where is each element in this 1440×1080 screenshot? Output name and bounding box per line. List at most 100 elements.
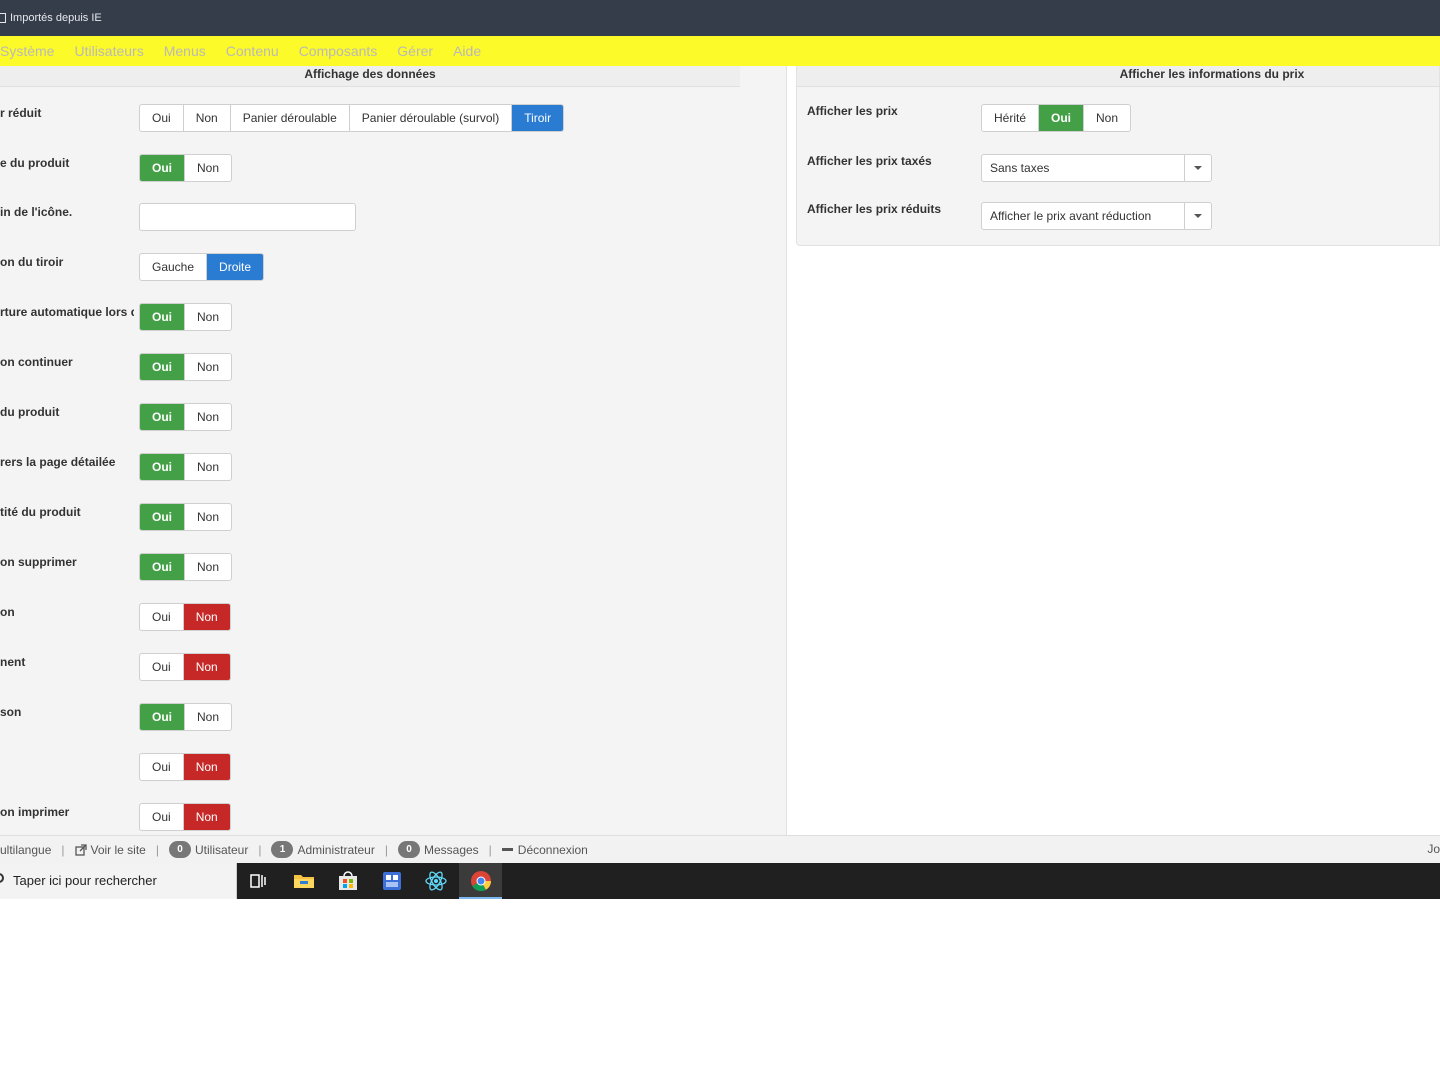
option-non-button[interactable]: Non bbox=[183, 754, 230, 780]
separator: | bbox=[258, 842, 262, 857]
setting-label: on imprimer bbox=[0, 805, 70, 819]
menu-systeme[interactable]: Système bbox=[0, 43, 54, 59]
option-oui-button[interactable]: Oui bbox=[140, 754, 184, 780]
react-icon[interactable] bbox=[424, 869, 448, 893]
bookmark-imported-ie[interactable]: Importés depuis IE bbox=[10, 12, 102, 24]
setting-label: du produit bbox=[0, 405, 60, 419]
joomla-version-text: Jo bbox=[1427, 842, 1440, 856]
setting-row: son Oui Non bbox=[0, 703, 760, 731]
admins-online[interactable]: 1 Administrateur bbox=[271, 841, 375, 858]
setting-toggle-group: Oui Non bbox=[139, 653, 231, 681]
setting-toggle-group: Oui Non bbox=[139, 803, 231, 831]
folder-icon bbox=[0, 13, 6, 23]
option-non-button[interactable]: Non bbox=[185, 554, 231, 580]
setting-row: on continuer Oui Non bbox=[0, 353, 760, 381]
external-link-icon bbox=[74, 843, 87, 856]
setting-toggle-group: Oui Non bbox=[139, 703, 233, 731]
setting-row: du produit Oui Non bbox=[0, 403, 760, 431]
setting-label: on continuer bbox=[0, 355, 73, 369]
option-non-button[interactable]: Non bbox=[183, 654, 230, 680]
file-explorer-icon[interactable] bbox=[292, 869, 316, 893]
setting-label: r réduit bbox=[0, 106, 42, 120]
chevron-down-icon[interactable] bbox=[1184, 203, 1211, 229]
taskbar-search[interactable]: Taper ici pour rechercher bbox=[0, 863, 237, 899]
option-oui-button[interactable]: Oui bbox=[140, 704, 185, 730]
view-site-label: Voir le site bbox=[90, 842, 146, 857]
option-non-button[interactable]: Non bbox=[185, 354, 231, 380]
setting-toggle-group: Oui Non bbox=[139, 154, 233, 182]
price-option-2-button[interactable]: Non bbox=[1084, 105, 1130, 131]
option-oui-button[interactable]: Oui bbox=[140, 504, 185, 530]
price-option-0-button[interactable]: Hérité bbox=[982, 105, 1040, 131]
minus-icon bbox=[501, 848, 513, 851]
option-non-button[interactable]: Non bbox=[185, 155, 231, 181]
admin-count-badge: 1 bbox=[271, 841, 294, 858]
option-droite-button[interactable]: Droite bbox=[207, 254, 264, 280]
chrome-taskbar-button[interactable] bbox=[459, 863, 502, 899]
menu-menus[interactable]: Menus bbox=[164, 43, 206, 59]
setting-row: on imprimer Oui Non bbox=[0, 803, 760, 831]
option-oui-button[interactable]: Oui bbox=[140, 304, 185, 330]
setting-label: rture automatique lors d bbox=[0, 305, 134, 319]
option-non-button[interactable]: Non bbox=[185, 404, 231, 430]
menu-utilisateurs[interactable]: Utilisateurs bbox=[74, 43, 143, 59]
view-site-link[interactable]: Voir le site bbox=[74, 842, 146, 857]
task-view-icon[interactable] bbox=[246, 869, 270, 893]
setting-toggle-group: Oui Non Panier déroulable Panier déroulable… bbox=[139, 104, 565, 132]
setting-row: rers la page détailée Oui Non bbox=[0, 453, 760, 481]
setting-row: Oui Non bbox=[0, 753, 760, 781]
setting-row: nent Oui Non bbox=[0, 653, 760, 681]
icon-path-input[interactable] bbox=[139, 203, 356, 231]
option-non-button[interactable]: Non bbox=[185, 304, 231, 330]
option-oui-button[interactable]: Oui bbox=[140, 604, 184, 630]
setting-label: on du tiroir bbox=[0, 255, 64, 269]
option-oui-button[interactable]: Oui bbox=[140, 155, 185, 181]
taxed-prices-select[interactable]: Sans taxes bbox=[981, 154, 1212, 182]
users-online[interactable]: 0 Utilisateur bbox=[168, 841, 249, 858]
admin-label: Administrateur bbox=[297, 842, 375, 857]
menu-gerer[interactable]: Gérer bbox=[397, 43, 433, 59]
option-oui-button[interactable]: Oui bbox=[140, 105, 184, 131]
separator: | bbox=[155, 842, 159, 857]
option-oui-button[interactable]: Oui bbox=[140, 804, 184, 830]
chevron-down-icon[interactable] bbox=[1184, 155, 1211, 181]
show-reduced-label: Afficher les prix réduits bbox=[807, 202, 942, 216]
option-non-button[interactable]: Non bbox=[185, 504, 231, 530]
menu-contenu[interactable]: Contenu bbox=[226, 43, 279, 59]
calendar-app-icon[interactable] bbox=[380, 869, 404, 893]
setting-row: on Oui Non bbox=[0, 603, 760, 631]
separator: | bbox=[384, 842, 388, 857]
option-panier-d-roulable-button[interactable]: Panier déroulable bbox=[231, 105, 350, 131]
logout-link[interactable]: Déconnexion bbox=[501, 843, 588, 857]
messages-count-badge: 0 bbox=[397, 841, 420, 858]
setting-label: tité du produit bbox=[0, 505, 81, 519]
users-count-badge: 0 bbox=[168, 841, 191, 858]
data-display-panel: Affichage des données r réduit Oui Non Pani… bbox=[0, 66, 787, 835]
option-oui-button[interactable]: Oui bbox=[140, 654, 184, 680]
separator: | bbox=[61, 842, 65, 857]
option-non-button[interactable]: Non bbox=[183, 604, 230, 630]
option-non-button[interactable]: Non bbox=[183, 804, 230, 830]
price-option-1-button[interactable]: Oui bbox=[1039, 105, 1085, 131]
menu-aide[interactable]: Aide bbox=[453, 43, 481, 59]
reduced-prices-select[interactable]: Afficher le prix avant réduction bbox=[981, 202, 1212, 230]
option-non-button[interactable]: Non bbox=[184, 105, 231, 131]
store-icon[interactable] bbox=[336, 869, 360, 893]
multilanguage-link[interactable]: ultilangue bbox=[0, 843, 51, 857]
main-content: Affichage des données r réduit Oui Non Pani… bbox=[0, 66, 1440, 835]
messages-link[interactable]: 0 Messages bbox=[397, 841, 479, 858]
option-oui-button[interactable]: Oui bbox=[140, 354, 185, 380]
menu-composants[interactable]: Composants bbox=[299, 43, 378, 59]
users-label: Utilisateur bbox=[194, 842, 249, 857]
setting-label: on bbox=[0, 605, 15, 619]
option-non-button[interactable]: Non bbox=[185, 704, 231, 730]
price-info-panel: Afficher les informations du prix Affich… bbox=[796, 66, 1440, 246]
option-tiroir-button[interactable]: Tiroir bbox=[512, 105, 564, 131]
option-oui-button[interactable]: Oui bbox=[140, 454, 185, 480]
show-prices-toggle: Hérité Oui Non bbox=[981, 104, 1132, 132]
option-oui-button[interactable]: Oui bbox=[140, 404, 185, 430]
option-gauche-button[interactable]: Gauche bbox=[140, 254, 208, 280]
option-non-button[interactable]: Non bbox=[185, 454, 231, 480]
option-oui-button[interactable]: Oui bbox=[140, 554, 185, 580]
option-panier-d-roulable-survol--button[interactable]: Panier déroulable (survol) bbox=[350, 105, 513, 131]
